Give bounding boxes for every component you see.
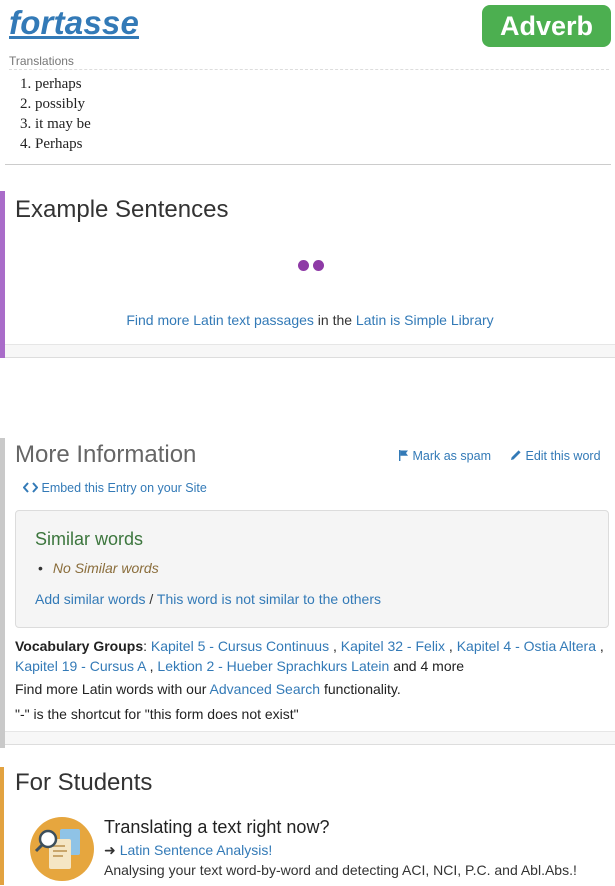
vocabulary-groups: Vocabulary Groups: Kapitel 5 - Cursus Co… [15,638,604,674]
code-icon [22,482,39,493]
sentence-analysis-icon [30,817,94,881]
part-of-speech-badge: Adverb [482,5,611,47]
similar-word-item: • No Similar words [38,560,159,576]
sentence-analysis-link[interactable]: Latin Sentence Analysis! [120,842,273,858]
add-similar-link[interactable]: Add similar words [35,591,145,607]
library-link[interactable]: Latin is Simple Library [356,312,494,328]
for-students-section: For Students Translating a text right no… [0,767,615,885]
more-information-section: More Information Mark as spam Edit this … [0,438,615,748]
translation-item: possibly [35,94,91,114]
header-divider [5,164,611,165]
similar-actions: Add similar words / This word is not sim… [35,591,381,607]
embed-entry-link[interactable]: Embed this Entry on your Site [22,481,207,495]
find-more-text: in the [313,312,356,328]
flag-icon [399,450,408,461]
word-title[interactable]: fortasse [9,4,139,42]
edit-word-label: Edit this word [525,449,601,463]
similar-words-panel: Similar words • No Similar words Add simi… [15,510,609,628]
not-similar-link[interactable]: This word is not similar to the others [157,591,381,607]
translation-item: perhaps [35,74,91,94]
vocab-group-link[interactable]: Kapitel 5 - Cursus Continuus [151,638,329,654]
sentence-analysis-line: ➜ Latin Sentence Analysis! [104,842,272,859]
vocab-more-text: and 4 more [393,658,465,674]
section-title: Example Sentences [15,196,229,223]
section-title: For Students [15,769,153,796]
mark-spam-link[interactable]: Mark as spam [398,449,491,463]
example-sentences-section: Example Sentences Find more Latin text p… [0,191,615,358]
vocab-group-link[interactable]: Kapitel 32 - Felix [341,638,445,654]
student-heading: Translating a text right now? [104,817,330,837]
section-footer [5,731,615,745]
translations-list: perhaps possibly it may be Perhaps [35,74,91,154]
advanced-search-link[interactable]: Advanced Search [210,681,321,697]
section-title: More Information [15,441,197,468]
loading-dot [298,260,309,271]
shortcut-note: "-" is the shortcut for "this form does … [15,706,299,722]
vocab-group-link[interactable]: Kapitel 19 - Cursus A [15,658,146,674]
translations-label: Translations [9,54,74,68]
loading-dot [313,260,324,271]
vocab-group-link[interactable]: Kapitel 4 - Ostia Altera [457,638,596,654]
edit-word-link[interactable]: Edit this word [510,449,601,463]
translations-divider [9,69,609,70]
mark-spam-label: Mark as spam [412,449,491,463]
student-description: Analysing your text word-by-word and det… [104,862,577,878]
vocab-group-link[interactable]: Lektion 2 - Hueber Sprachkurs Latein [157,658,389,674]
find-more-link[interactable]: Find more Latin text passages [126,312,314,328]
translation-item: Perhaps [35,134,91,154]
similar-words-title: Similar words [35,529,144,549]
advanced-search-line: Find more Latin words with our Advanced … [15,681,401,697]
find-more-line: Find more Latin text passages in the Lat… [5,312,615,328]
embed-entry-label: Embed this Entry on your Site [41,481,207,495]
section-footer [5,344,615,358]
vocabulary-groups-label: Vocabulary Groups [15,638,144,654]
arrow-right-icon: ➜ [104,842,116,858]
translation-item: it may be [35,114,91,134]
pencil-icon [511,450,521,460]
